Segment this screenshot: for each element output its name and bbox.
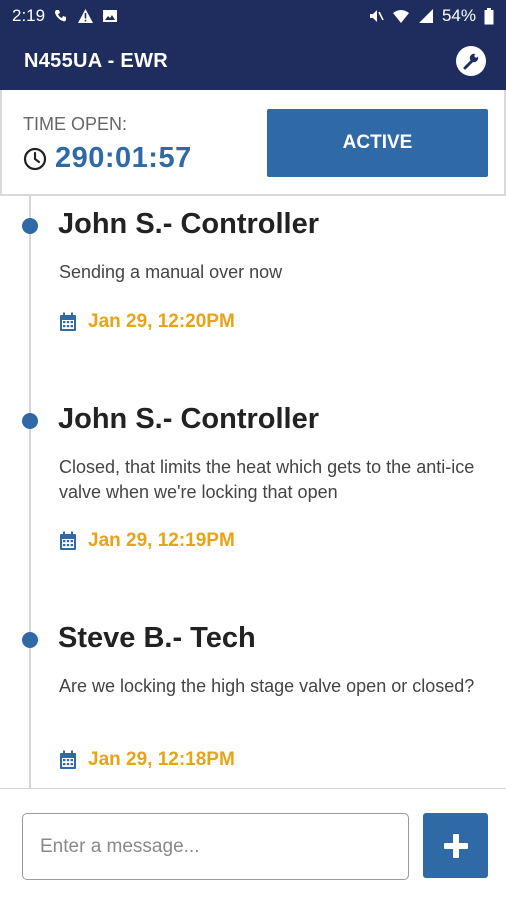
add-message-button[interactable] bbox=[423, 813, 488, 878]
message-text: Sending a manual over now bbox=[59, 262, 283, 282]
message-author: John S.- Controller bbox=[58, 403, 319, 435]
message-date-text: Jan 29, 12:18PM bbox=[88, 749, 235, 770]
message-text: Closed, that limits the heat which gets … bbox=[59, 457, 475, 502]
signal-icon bbox=[418, 8, 434, 24]
calendar-icon bbox=[59, 312, 77, 332]
message-date-text: Jan 29, 12:19PM bbox=[88, 530, 235, 551]
timeline-dot bbox=[22, 218, 38, 234]
battery-icon bbox=[484, 7, 494, 25]
status-time: 2:19 bbox=[12, 6, 46, 25]
time-open-label: TIME OPEN: bbox=[23, 114, 128, 134]
message-composer bbox=[0, 788, 506, 900]
time-open-row: 290:01:57 bbox=[23, 142, 192, 175]
message-feed[interactable]: John S.- Controller Sending a manual ove… bbox=[0, 196, 506, 788]
status-left: 2:19 bbox=[12, 6, 118, 26]
message-author: John S.- Controller bbox=[58, 208, 319, 240]
call-icon bbox=[53, 8, 69, 24]
clock-icon bbox=[23, 147, 47, 171]
page-title: N455UA - EWR bbox=[24, 49, 168, 72]
message-text: Are we locking the high stage valve open… bbox=[59, 676, 475, 696]
battery-percent: 54% bbox=[441, 6, 476, 25]
mute-icon bbox=[368, 8, 384, 24]
message-date-text: Jan 29, 12:20PM bbox=[88, 311, 235, 332]
message-date: Jan 29, 12:18PM bbox=[59, 749, 235, 771]
message-author: Steve B.- Tech bbox=[58, 622, 256, 654]
calendar-icon bbox=[59, 531, 77, 551]
message-date: Jan 29, 12:20PM bbox=[59, 311, 235, 333]
time-open-panel: TIME OPEN: 290:01:57 ACTIVE bbox=[0, 90, 506, 196]
active-status-button[interactable]: ACTIVE bbox=[267, 109, 488, 177]
message-date: Jan 29, 12:19PM bbox=[59, 530, 235, 552]
image-icon bbox=[102, 8, 118, 24]
timeline-dot bbox=[22, 413, 38, 429]
wifi-icon bbox=[392, 8, 410, 24]
calendar-icon bbox=[59, 750, 77, 770]
timeline-dot bbox=[22, 632, 38, 648]
status-right: 54% bbox=[368, 6, 494, 26]
plus-icon bbox=[443, 833, 469, 859]
app-header: N455UA - EWR bbox=[0, 32, 506, 90]
wrench-icon bbox=[461, 51, 481, 71]
time-open-value: 290:01:57 bbox=[55, 142, 192, 174]
wrench-button[interactable] bbox=[456, 46, 486, 76]
warning-icon bbox=[77, 8, 94, 24]
timeline-line bbox=[29, 196, 31, 788]
status-bar: 2:19 54% bbox=[0, 0, 506, 32]
message-input[interactable] bbox=[22, 813, 409, 880]
